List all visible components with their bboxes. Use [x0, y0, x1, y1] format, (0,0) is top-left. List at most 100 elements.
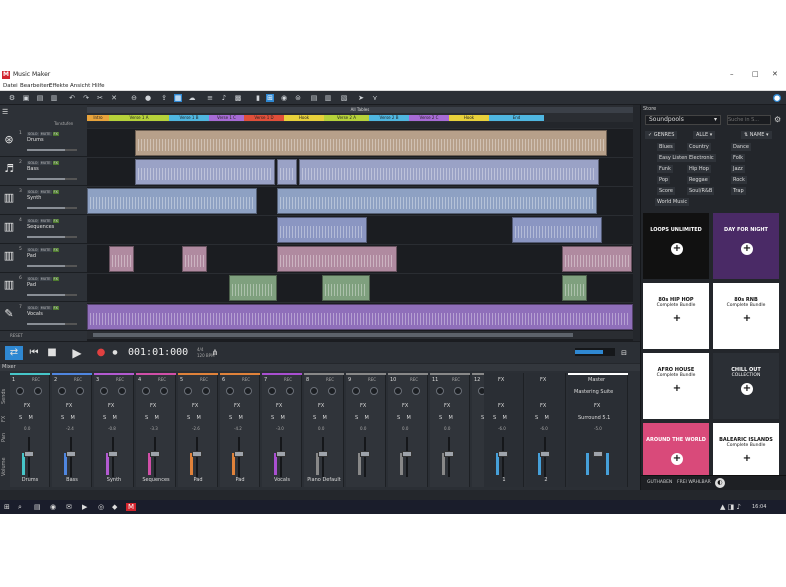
- track-name[interactable]: Sequences: [27, 224, 54, 230]
- genre-tag[interactable]: Hip Hop: [687, 165, 711, 173]
- ruler[interactable]: All Tables Intro Verse 1 A Verse 1 B Verse …: [87, 105, 633, 129]
- audio-clip[interactable]: [322, 275, 370, 301]
- track-name[interactable]: Synth: [27, 195, 41, 201]
- soundpool-tile[interactable]: 80s HIP HOP Complete Bundle +: [643, 283, 709, 349]
- close-button[interactable]: ✕: [772, 70, 778, 78]
- add-icon[interactable]: +: [741, 313, 753, 325]
- ruler-segment[interactable]: Verse 1 D: [244, 115, 284, 121]
- soundpool-tile[interactable]: 80s RNB Complete Bundle +: [713, 283, 779, 349]
- genre-tag[interactable]: Trap: [731, 187, 746, 195]
- volume-fader[interactable]: [150, 451, 160, 457]
- send-knob[interactable]: [202, 387, 210, 395]
- solo-button[interactable]: SOLO: [27, 277, 39, 281]
- solo-button[interactable]: S: [535, 415, 538, 421]
- pointer-icon[interactable]: ➤: [357, 94, 365, 102]
- ruler-segment[interactable]: Intro: [87, 115, 109, 121]
- solo-button[interactable]: S: [397, 415, 400, 421]
- track-name[interactable]: Drums: [27, 137, 44, 143]
- mute-button[interactable]: MUTE: [39, 190, 52, 194]
- rec-button[interactable]: REC: [452, 377, 460, 382]
- search-icon[interactable]: ⌕: [18, 503, 22, 512]
- maximize-button[interactable]: □: [752, 70, 759, 78]
- rec-button[interactable]: REC: [116, 377, 124, 382]
- mute-button[interactable]: M: [323, 415, 327, 421]
- equalizer-icon[interactable]: ≡: [206, 94, 214, 102]
- add-icon[interactable]: +: [671, 243, 683, 255]
- solo-button[interactable]: S: [313, 415, 316, 421]
- audio-clip[interactable]: [277, 246, 397, 272]
- genre-tag[interactable]: Jazz: [731, 165, 745, 173]
- track-volume-slider[interactable]: [27, 207, 77, 209]
- ruler-segment[interactable]: Verse 1 C: [209, 115, 244, 121]
- add-icon[interactable]: +: [741, 453, 753, 465]
- fx-slot[interactable]: FX: [234, 403, 240, 409]
- music-note-icon[interactable]: ♪: [220, 94, 228, 102]
- solo-button[interactable]: S: [61, 415, 64, 421]
- volume-fader[interactable]: [276, 451, 286, 457]
- rec-button[interactable]: REC: [32, 377, 40, 382]
- track-header[interactable]: ⊛ 1 SOLO MUTE FX Drums: [0, 129, 87, 157]
- send-knob[interactable]: [160, 387, 168, 395]
- mixer-view-icon[interactable]: ▦: [174, 94, 182, 102]
- track-volume-slider[interactable]: [27, 236, 77, 238]
- mute-button[interactable]: M: [449, 415, 453, 421]
- mute-button[interactable]: M: [545, 415, 549, 421]
- send-knob[interactable]: [226, 387, 234, 395]
- fx-button[interactable]: FX: [52, 277, 59, 281]
- send-knob[interactable]: [58, 387, 66, 395]
- add-icon[interactable]: +: [671, 383, 683, 395]
- credit-label[interactable]: GUTHABEN: [647, 480, 672, 485]
- fx-slot[interactable]: FX: [360, 403, 366, 409]
- surround-slot[interactable]: Surround 5.1: [578, 415, 610, 421]
- name-sort[interactable]: ⇅ NAME ▾: [741, 131, 772, 139]
- track-header[interactable]: ♬ 2 SOLO MUTE FX Bass: [0, 158, 87, 186]
- browser-icon[interactable]: ◉: [50, 503, 56, 511]
- volume-fader[interactable]: [318, 451, 328, 457]
- fx-slot[interactable]: FX: [594, 403, 600, 409]
- mute-button[interactable]: M: [155, 415, 159, 421]
- fx-button[interactable]: FX: [52, 132, 59, 136]
- solo-button[interactable]: SOLO: [27, 219, 39, 223]
- volume-fader[interactable]: [24, 451, 34, 457]
- track-header[interactable]: ▥ 3 SOLO MUTE FX Synth: [0, 187, 87, 215]
- solo-button[interactable]: SOLO: [27, 190, 39, 194]
- solo-button[interactable]: S: [355, 415, 358, 421]
- send-knob[interactable]: [100, 387, 108, 395]
- solo-button[interactable]: S: [103, 415, 106, 421]
- genre-tag[interactable]: Pop: [657, 176, 671, 184]
- soundpool-tile[interactable]: CHILL OUT COLLECTION +: [713, 353, 779, 419]
- track-header[interactable]: ▥ 4 SOLO MUTE FX Sequences: [0, 216, 87, 244]
- volume-fader[interactable]: [234, 451, 244, 457]
- tuner-icon[interactable]: ⋔: [210, 346, 220, 360]
- loop-icon[interactable]: ◉: [280, 94, 288, 102]
- mute-button[interactable]: M: [281, 415, 285, 421]
- solo-button[interactable]: S: [19, 415, 22, 421]
- free-choice-label[interactable]: FREI WÄHLBAR: [677, 480, 711, 485]
- minimize-button[interactable]: –: [730, 70, 734, 78]
- audio-clip[interactable]: [182, 246, 207, 272]
- genre-tag[interactable]: Dance: [731, 143, 751, 151]
- mute-button[interactable]: MUTE: [39, 306, 52, 310]
- track-volume-slider[interactable]: [27, 323, 77, 325]
- send-knob[interactable]: [286, 387, 294, 395]
- rec-button[interactable]: REC: [242, 377, 250, 382]
- mail-icon[interactable]: ✉: [66, 503, 72, 511]
- fx-slot[interactable]: FX: [108, 403, 114, 409]
- track-volume-slider[interactable]: [27, 178, 77, 180]
- audio-clip[interactable]: [87, 304, 633, 330]
- mute-button[interactable]: MUTE: [39, 248, 52, 252]
- play-button[interactable]: ▶: [70, 346, 84, 360]
- tempo-icon[interactable]: ⊜: [294, 94, 302, 102]
- ruler-segment[interactable]: Verse 2 A: [324, 115, 369, 121]
- track-name[interactable]: Vocals: [27, 311, 43, 317]
- media-icon[interactable]: ▶: [82, 503, 87, 511]
- fx-slot[interactable]: FX: [24, 403, 30, 409]
- send-knob[interactable]: [76, 387, 84, 395]
- send-knob[interactable]: [16, 387, 24, 395]
- mute-button[interactable]: MUTE: [39, 161, 52, 165]
- send-knob[interactable]: [244, 387, 252, 395]
- piano-icon[interactable]: ▮: [254, 94, 262, 102]
- audio-clip[interactable]: [277, 188, 597, 214]
- solo-button[interactable]: SOLO: [27, 306, 39, 310]
- menu-icon[interactable]: ☰: [2, 108, 8, 116]
